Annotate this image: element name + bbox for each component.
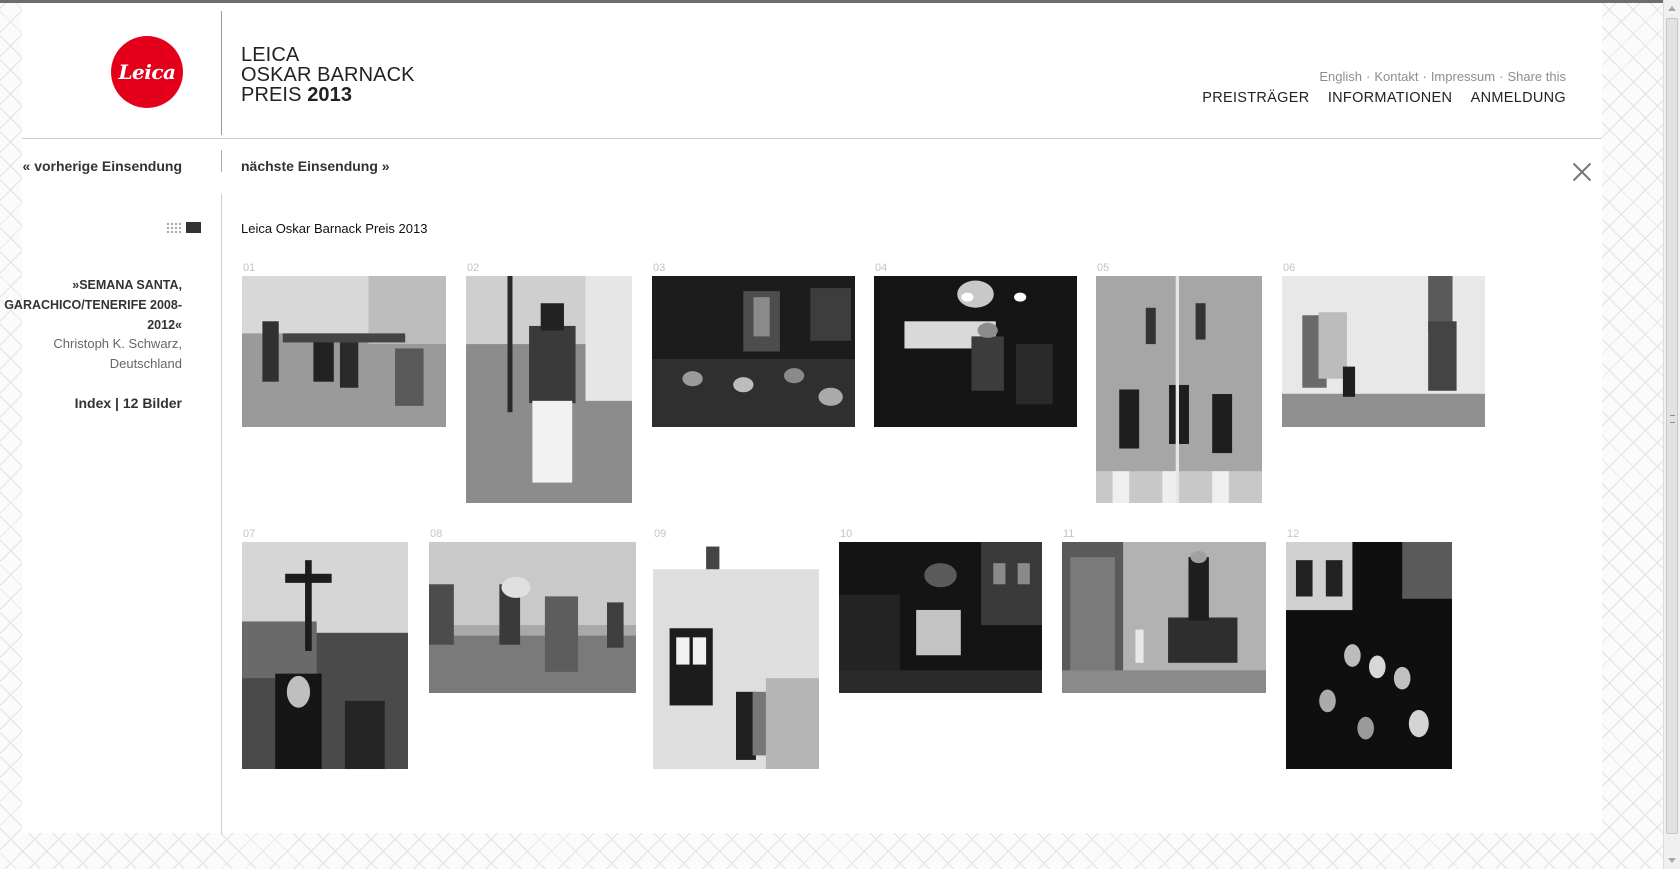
title-line-3-text: PREIS [241, 84, 302, 106]
gallery-title: Leica Oskar Barnack Preis 2013 [241, 221, 428, 236]
series-title: »SEMANA SANTA, GARACHICO/TENERIFE 2008-2… [4, 278, 182, 332]
next-submission-link[interactable]: nächste Einsendung » [241, 158, 390, 174]
photo-11 [1062, 542, 1266, 693]
photo-07 [242, 542, 408, 769]
thumbnail-11[interactable]: 11 [1062, 528, 1266, 693]
separator: · [1422, 69, 1427, 84]
title-line-3: PREIS 2013 [241, 85, 415, 105]
nav-anmeldung[interactable]: ANMELDUNG [1471, 90, 1566, 106]
photo-08 [429, 542, 636, 693]
title-year: 2013 [307, 84, 353, 106]
single-view-icon[interactable] [186, 222, 201, 233]
utility-links: English · Kontakt · Impressum · Share this [1319, 69, 1566, 84]
photo-01 [242, 276, 446, 427]
link-english[interactable]: English [1319, 69, 1362, 84]
photo-09 [653, 542, 819, 769]
thumbnail-12[interactable]: 12 [1286, 528, 1452, 769]
photo-10 [839, 542, 1042, 693]
thumbnail-04[interactable]: 04 [874, 262, 1077, 427]
previous-submission-link[interactable]: « vorherige Einsendung [23, 158, 182, 174]
title-line-1: LEICA [241, 44, 300, 66]
image-number: 07 [243, 528, 256, 540]
thumbnail-01[interactable]: 01 [242, 262, 446, 427]
image-number: 12 [1287, 528, 1300, 540]
image-number: 11 [1063, 528, 1075, 540]
page-frame: Leica LEICA OSKAR BARNACK PREIS 2013 Eng… [4, 3, 1602, 834]
grid-view-icon[interactable] [166, 222, 181, 233]
separator: · [1366, 69, 1371, 84]
link-impressum[interactable]: Impressum [1431, 69, 1495, 84]
nav-informationen[interactable]: INFORMATIONEN [1328, 90, 1452, 106]
nav-divider [221, 150, 222, 172]
image-number: 08 [430, 528, 443, 540]
thumbnail-09[interactable]: 09 [653, 528, 819, 769]
photo-06 [1282, 276, 1485, 427]
image-number: 04 [875, 262, 888, 274]
scrollbar-thumb[interactable] [1666, 18, 1678, 834]
scroll-up-arrow-icon[interactable] [1668, 6, 1676, 11]
photo-02 [466, 276, 632, 503]
photo-05 [1096, 276, 1262, 503]
page-title[interactable]: LEICA OSKAR BARNACK PREIS 2013 [241, 45, 415, 105]
main-navigation: PREISTRÄGER INFORMATIONEN ANMELDUNG [1188, 90, 1566, 106]
thumbnail-08[interactable]: 08 [429, 528, 636, 693]
photo-12 [1286, 542, 1452, 769]
image-number: 10 [840, 528, 853, 540]
thumbnail-06[interactable]: 06 [1282, 262, 1485, 427]
link-kontakt[interactable]: Kontakt [1374, 69, 1418, 84]
thumbnail-05[interactable]: 05 [1096, 262, 1262, 503]
image-number: 06 [1283, 262, 1296, 274]
close-icon[interactable] [1572, 162, 1592, 182]
scroll-down-arrow-icon[interactable] [1668, 858, 1676, 863]
thumbnail-03[interactable]: 03 [652, 262, 855, 427]
logo-text: Leica [118, 60, 176, 84]
image-number: 01 [243, 262, 256, 274]
header-divider [221, 11, 222, 135]
image-number: 02 [467, 262, 480, 274]
image-number: 05 [1097, 262, 1110, 274]
sidebar-divider [221, 194, 222, 834]
thumbnail-07[interactable]: 07 [242, 528, 408, 769]
title-line-2: OSKAR BARNACK [241, 64, 415, 86]
image-number: 09 [654, 528, 667, 540]
photographer-name: Christoph K. Schwarz, Deutschland [53, 336, 182, 371]
index-link[interactable]: Index | 12 Bilder [75, 395, 182, 411]
vertical-scrollbar[interactable] [1663, 0, 1680, 869]
photo-03 [652, 276, 855, 427]
separator: · [1499, 69, 1504, 84]
thumbnail-10[interactable]: 10 [839, 528, 1042, 693]
nav-preistraeger[interactable]: PREISTRÄGER [1202, 90, 1309, 106]
photo-04 [874, 276, 1077, 427]
image-number: 03 [653, 262, 666, 274]
leica-logo[interactable]: Leica [111, 36, 183, 108]
thumbnail-02[interactable]: 02 [466, 262, 632, 503]
link-share-this[interactable]: Share this [1507, 69, 1566, 84]
header-bottom-line [22, 138, 1602, 139]
